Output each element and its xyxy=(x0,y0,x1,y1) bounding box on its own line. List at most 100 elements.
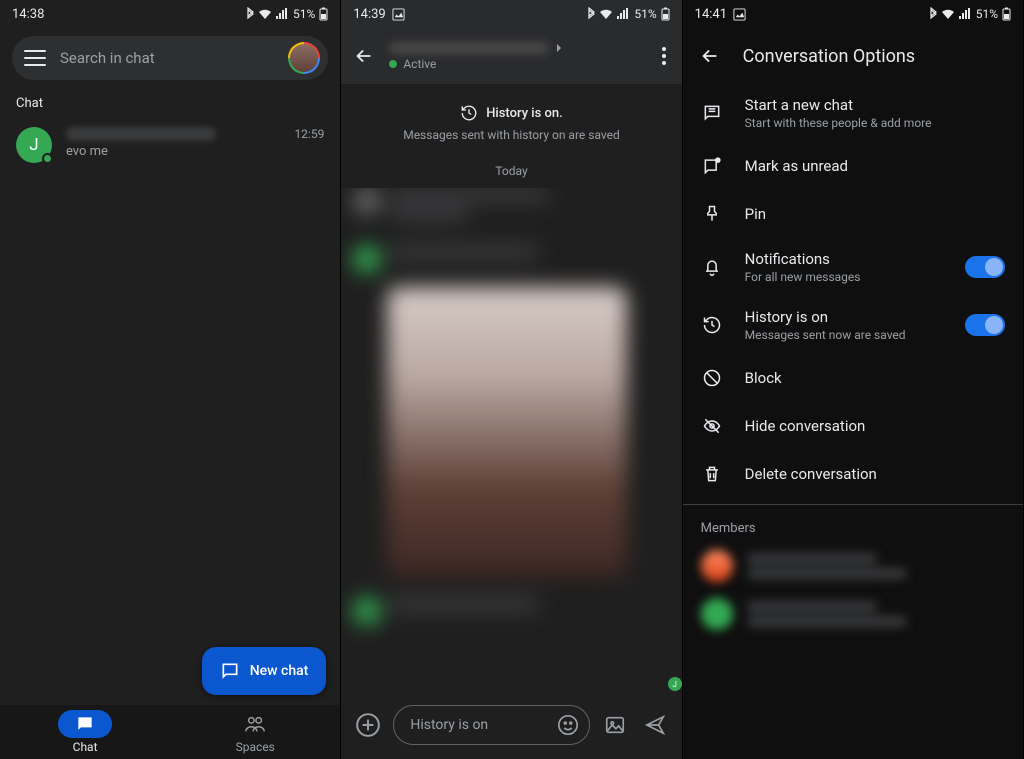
member-email xyxy=(747,616,907,627)
search-bar[interactable]: Search in chat xyxy=(12,36,328,80)
bluetooth-icon xyxy=(245,7,255,21)
chat-time: 12:59 xyxy=(294,127,324,141)
option-notifications[interactable]: Notifications For all new messages xyxy=(683,238,1023,296)
plus-circle-icon xyxy=(355,712,381,738)
message-text xyxy=(389,245,539,259)
battery-text: 51% xyxy=(293,7,315,21)
battery-text: 51% xyxy=(976,7,998,21)
history-notice: History is on. Messages sent with histor… xyxy=(341,84,681,154)
conversation-header: Active xyxy=(341,28,681,84)
status-time: 14:41 xyxy=(695,7,727,22)
status-bar: 14:38 51% xyxy=(0,0,340,28)
status-bar: 14:39 51% xyxy=(341,0,681,28)
chevron-right-icon xyxy=(555,43,563,53)
wifi-icon xyxy=(941,8,955,20)
add-button[interactable] xyxy=(353,710,383,740)
nav-chat[interactable]: Chat xyxy=(0,705,170,759)
read-receipt: J xyxy=(668,677,682,691)
option-block[interactable]: Block xyxy=(683,354,1023,402)
back-icon[interactable] xyxy=(353,45,375,67)
bluetooth-icon xyxy=(928,7,938,21)
account-avatar[interactable] xyxy=(288,42,320,74)
message-text xyxy=(389,207,469,221)
wifi-icon xyxy=(599,8,613,20)
member-name xyxy=(747,553,877,564)
option-hide[interactable]: Hide conversation xyxy=(683,402,1023,450)
messages-list[interactable]: J xyxy=(341,188,681,695)
chat-icon xyxy=(220,661,240,681)
block-icon xyxy=(702,368,722,388)
option-delete[interactable]: Delete conversation xyxy=(683,450,1023,498)
spaces-icon xyxy=(244,714,266,734)
new-chat-button[interactable]: New chat xyxy=(202,647,327,695)
member-avatar xyxy=(701,598,733,630)
status-time: 14:38 xyxy=(12,7,44,22)
send-button[interactable] xyxy=(640,710,670,740)
status-time: 14:39 xyxy=(353,7,385,22)
message-text xyxy=(389,188,549,202)
image-icon xyxy=(604,714,626,736)
option-new-chat[interactable]: Start a new chat Start with these people… xyxy=(683,84,1023,142)
message-image[interactable] xyxy=(387,287,627,577)
send-icon xyxy=(644,714,666,736)
attach-image-button[interactable] xyxy=(600,710,630,740)
presence-indicator xyxy=(42,153,53,164)
options-header: Conversation Options xyxy=(683,28,1023,84)
history-icon xyxy=(702,315,722,335)
member-item[interactable] xyxy=(683,590,1023,638)
signal-icon xyxy=(275,8,289,20)
menu-icon[interactable] xyxy=(24,50,46,66)
conversation-title xyxy=(389,41,549,55)
trash-icon xyxy=(702,464,722,484)
message-avatar xyxy=(353,188,381,216)
divider xyxy=(683,504,1023,505)
history-toggle[interactable] xyxy=(965,314,1005,336)
bluetooth-icon xyxy=(586,7,596,21)
status-indicators: 51% xyxy=(245,7,328,21)
history-icon xyxy=(460,104,478,122)
emoji-icon[interactable] xyxy=(557,714,579,736)
notifications-toggle[interactable] xyxy=(965,256,1005,278)
hide-icon xyxy=(702,416,722,436)
search-placeholder: Search in chat xyxy=(60,49,274,67)
message-text xyxy=(389,597,539,611)
active-label: Active xyxy=(403,57,436,71)
compose-input[interactable]: History is on xyxy=(393,705,589,745)
message-avatar xyxy=(353,245,381,273)
member-name xyxy=(747,601,877,612)
pin-icon xyxy=(702,204,722,224)
chat-list-item[interactable]: J 12:59 evo me xyxy=(0,119,340,171)
option-pin[interactable]: Pin xyxy=(683,190,1023,238)
more-menu-button[interactable] xyxy=(654,39,674,73)
option-mark-unread[interactable]: Mark as unread xyxy=(683,142,1023,190)
bottom-nav: Chat Spaces xyxy=(0,705,340,759)
option-history[interactable]: History is on Messages sent now are save… xyxy=(683,296,1023,354)
nav-spaces[interactable]: Spaces xyxy=(170,705,340,759)
battery-icon xyxy=(1002,7,1011,21)
battery-text: 51% xyxy=(634,7,656,21)
compose-bar: History is on xyxy=(341,695,681,759)
chat-contact-name xyxy=(66,127,216,141)
presence-indicator xyxy=(389,60,397,68)
back-icon[interactable] xyxy=(699,45,721,67)
battery-icon xyxy=(661,7,670,21)
chat-filled-icon xyxy=(75,714,95,734)
chat-preview: evo me xyxy=(66,144,324,159)
bell-icon xyxy=(702,257,722,277)
chat-avatar: J xyxy=(16,127,52,163)
member-email xyxy=(747,568,907,579)
signal-icon xyxy=(958,8,972,20)
status-indicators: 51% xyxy=(928,7,1011,21)
new-chat-icon xyxy=(702,103,722,123)
image-notification-icon xyxy=(392,8,405,21)
member-item[interactable] xyxy=(683,542,1023,590)
members-label: Members xyxy=(683,511,1023,542)
status-bar: 14:41 51% xyxy=(683,0,1023,28)
battery-icon xyxy=(319,7,328,21)
wifi-icon xyxy=(258,8,272,20)
image-notification-icon xyxy=(733,8,746,21)
date-separator: Today xyxy=(341,154,681,188)
signal-icon xyxy=(616,8,630,20)
page-title: Conversation Options xyxy=(743,46,915,67)
member-avatar xyxy=(701,550,733,582)
